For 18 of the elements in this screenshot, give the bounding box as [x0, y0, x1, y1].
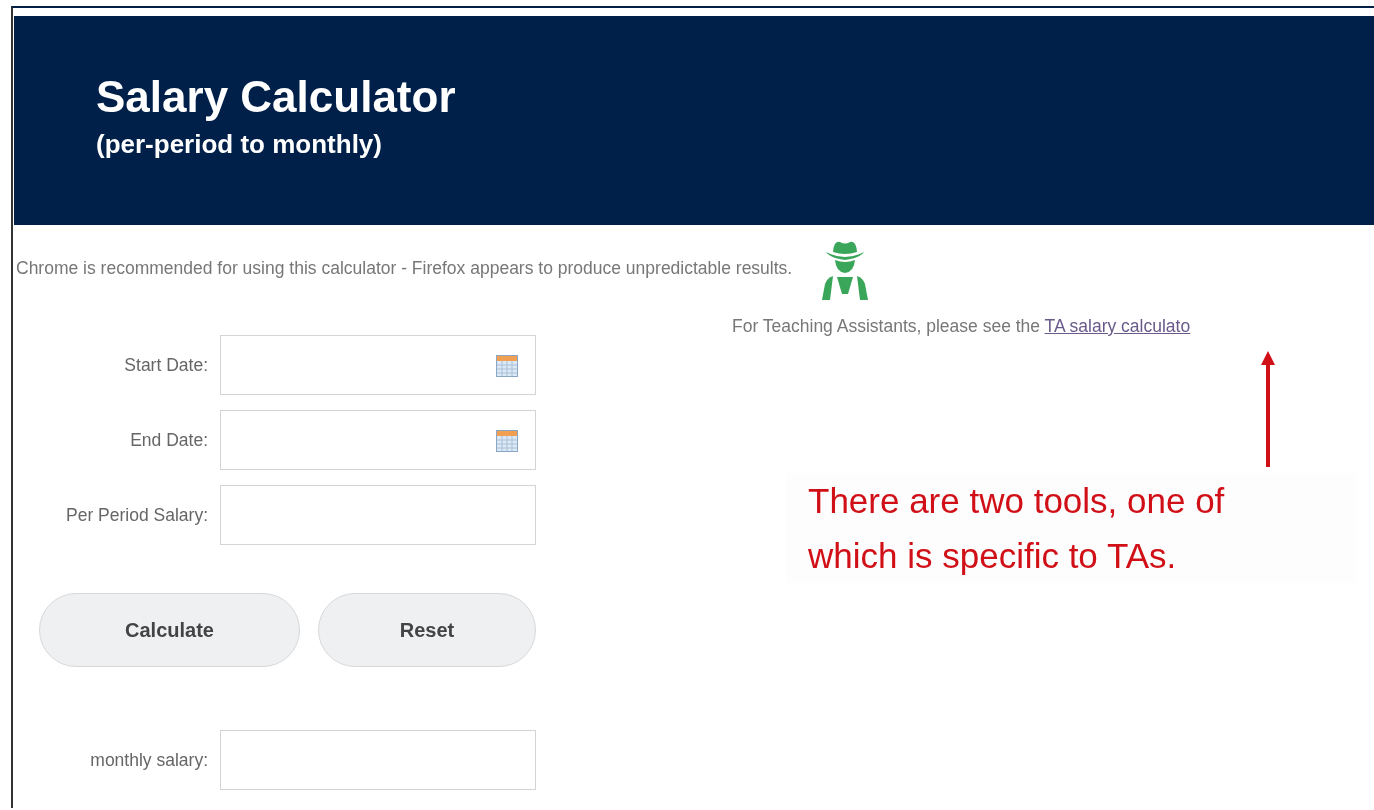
- ta-calculator-link[interactable]: TA salary calculato: [1044, 316, 1191, 336]
- arrow-icon: [1261, 351, 1275, 467]
- field-label: monthly salary:: [89, 749, 209, 771]
- field-label: End Date:: [129, 429, 209, 451]
- calendar-icon[interactable]: [496, 355, 518, 377]
- field-label: Per Period Salary:: [65, 504, 209, 526]
- field-label: Start Date:: [123, 354, 209, 376]
- calendar-icon[interactable]: [496, 430, 518, 452]
- ta-note: For Teaching Assistants, please see the TA salary calculato: [732, 316, 1192, 337]
- reset-button[interactable]: Reset: [318, 593, 536, 667]
- browser-notice: Chrome is recommended for using this calculator - Firefox appears to produce unpredictable results.: [16, 258, 793, 279]
- input-field[interactable]: [220, 730, 536, 790]
- date-field[interactable]: [220, 410, 536, 470]
- calculate-button[interactable]: Calculate: [39, 593, 300, 667]
- page-subtitle: (per-period to monthly): [96, 128, 382, 160]
- input-field[interactable]: [220, 485, 536, 545]
- date-field[interactable]: [220, 335, 536, 395]
- page-title: Salary Calculator: [96, 71, 456, 123]
